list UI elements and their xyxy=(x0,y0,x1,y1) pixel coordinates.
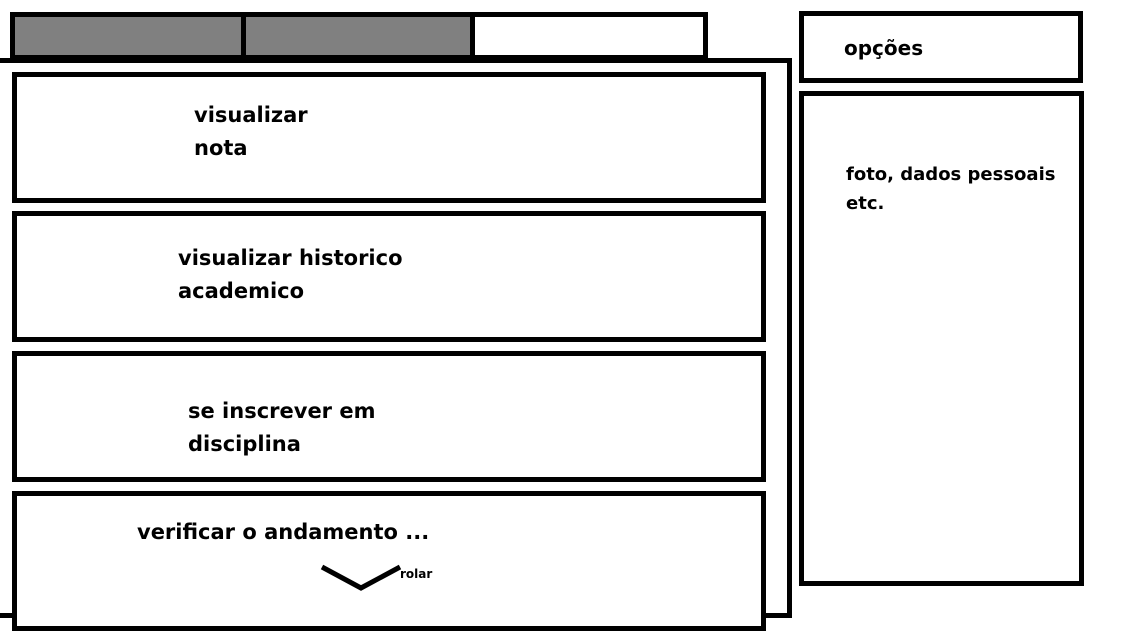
view-grades-label: visualizar nota xyxy=(194,103,308,160)
view-academic-history-button[interactable]: visualizar historico academico xyxy=(12,211,766,342)
check-progress-button[interactable]: verificar o andamento ... rolar xyxy=(12,491,766,631)
profile-panel: foto, dados pessoais etc. xyxy=(799,91,1084,586)
view-academic-history-label: visualizar historico academico xyxy=(178,246,403,303)
profile-placeholder-text: foto, dados pessoais etc. xyxy=(846,164,1056,214)
check-progress-label: verificar o andamento ... xyxy=(137,520,430,544)
enroll-course-label: se inscrever em disciplina xyxy=(188,399,376,456)
scroll-label: rolar xyxy=(400,567,433,581)
view-grades-button[interactable]: visualizar nota xyxy=(12,72,766,203)
enroll-course-button[interactable]: se inscrever em disciplina xyxy=(12,351,766,482)
options-label: opções xyxy=(844,36,924,60)
tab-3[interactable] xyxy=(470,12,708,60)
chevron-down-icon[interactable] xyxy=(319,563,403,593)
tab-2[interactable] xyxy=(241,12,475,60)
options-button[interactable]: opções xyxy=(799,11,1083,83)
tab-1[interactable] xyxy=(10,12,246,60)
